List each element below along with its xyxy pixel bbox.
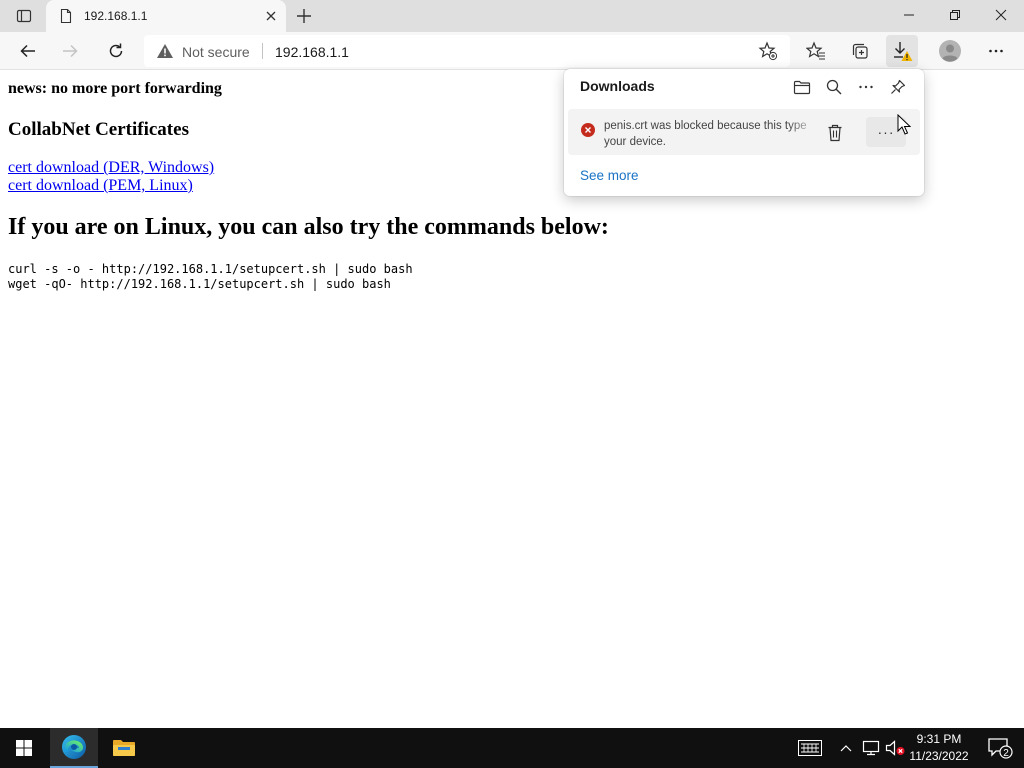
- collections-button[interactable]: [844, 35, 876, 67]
- download-blocked-message: penis.crt was blocked because this type …: [604, 118, 814, 150]
- input-indicator[interactable]: [794, 728, 826, 768]
- collections-icon: [852, 43, 868, 59]
- favorites-button[interactable]: [800, 35, 832, 67]
- pin-downloads-button[interactable]: [884, 74, 912, 100]
- notification-count: 2: [1003, 748, 1009, 759]
- page-icon: [60, 8, 72, 24]
- chevron-up-icon: [840, 745, 852, 752]
- more-horizontal-icon: [989, 49, 1003, 53]
- profile-button[interactable]: [934, 35, 966, 67]
- tab-actions-icon: [16, 9, 32, 23]
- address-bar[interactable]: Not secure 192.168.1.1: [144, 35, 790, 67]
- windows-logo-icon: [16, 740, 32, 756]
- add-favorite-button[interactable]: [756, 39, 780, 63]
- address-separator: [262, 43, 263, 59]
- refresh-button[interactable]: [100, 35, 132, 67]
- close-window-button[interactable]: [978, 0, 1024, 30]
- search-icon: [826, 79, 842, 95]
- downloads-more-options-button[interactable]: [852, 74, 880, 100]
- tab-actions-button[interactable]: [8, 4, 40, 28]
- news-text: news: no more port forwarding: [8, 80, 222, 97]
- download-message-line2: your device.: [604, 136, 667, 148]
- open-downloads-folder-button[interactable]: [788, 74, 816, 100]
- browser-toolbar: Not secure 192.168.1.1: [0, 32, 1024, 70]
- downloads-title: Downloads: [580, 78, 655, 94]
- download-message-line1: penis.crt was blocked because this type: [604, 120, 807, 132]
- cert-heading: CollabNet Certificates: [8, 119, 189, 140]
- error-icon: [581, 123, 595, 137]
- network-icon: [862, 740, 880, 756]
- download-item[interactable]: penis.crt was blocked because this type …: [568, 109, 920, 155]
- cert-download-der-link[interactable]: cert download (DER, Windows): [8, 159, 214, 177]
- favorites-icon: [806, 41, 825, 60]
- warning-icon: [157, 44, 173, 58]
- clock-time: 9:31 PM: [916, 732, 962, 746]
- more-horizontal-icon: [859, 85, 873, 89]
- show-hidden-icons-button[interactable]: [836, 728, 856, 768]
- tab-close-button[interactable]: [262, 7, 280, 25]
- forward-button[interactable]: [54, 35, 86, 67]
- new-tab-button[interactable]: [290, 4, 318, 28]
- search-downloads-button[interactable]: [820, 74, 848, 100]
- back-button[interactable]: [12, 35, 44, 67]
- network-tray-button[interactable]: [860, 728, 882, 768]
- volume-muted-icon: [885, 740, 905, 756]
- taskbar-edge-app[interactable]: [50, 728, 98, 768]
- folder-icon: [113, 740, 135, 756]
- folder-icon: [793, 80, 811, 95]
- browser-tab[interactable]: 192.168.1.1: [46, 0, 286, 32]
- text-fade: [788, 109, 818, 155]
- pin-icon: [891, 79, 906, 94]
- volume-tray-button[interactable]: [884, 728, 906, 768]
- minimize-button[interactable]: [886, 0, 932, 30]
- keyboard-icon: [798, 740, 822, 756]
- command-line-wget: wget -qO- http://192.168.1.1/setupcert.s…: [8, 277, 391, 291]
- close-icon: [266, 11, 276, 21]
- url-text[interactable]: 192.168.1.1: [275, 44, 349, 60]
- clock-date: 11/23/2022: [909, 749, 969, 763]
- plus-icon: [297, 9, 311, 23]
- avatar-icon: [939, 40, 961, 62]
- taskbar-file-explorer[interactable]: [100, 728, 148, 768]
- restore-icon: [950, 10, 960, 20]
- back-arrow-icon: [20, 44, 35, 58]
- command-block: curl -s -o - http://192.168.1.1/setupcer…: [8, 262, 413, 292]
- trash-icon: [828, 124, 842, 142]
- refresh-icon: [109, 43, 123, 58]
- downloads-panel: Downloads penis.crt was blocked because …: [564, 69, 924, 196]
- mouse-pointer-icon: [897, 114, 911, 135]
- security-status[interactable]: Not secure: [182, 44, 250, 60]
- settings-menu-button[interactable]: [980, 35, 1012, 67]
- notification-icon: 2: [988, 738, 1013, 759]
- minimize-icon: [904, 14, 914, 16]
- delete-download-button[interactable]: [822, 120, 848, 146]
- see-more-link[interactable]: See more: [580, 168, 639, 183]
- action-center-button[interactable]: 2: [980, 728, 1020, 768]
- cert-download-pem-link[interactable]: cert download (PEM, Linux): [8, 177, 193, 195]
- restore-button[interactable]: [932, 0, 978, 30]
- tab-title: 192.168.1.1: [84, 9, 148, 23]
- taskbar: 9:31 PM 11/23/2022 2: [0, 728, 1024, 768]
- start-button[interactable]: [0, 728, 48, 768]
- taskbar-clock[interactable]: 9:31 PM 11/23/2022: [904, 731, 974, 765]
- edge-browser-icon: [62, 735, 86, 759]
- linux-heading: If you are on Linux, you can also try th…: [8, 214, 609, 240]
- download-warning-icon: [894, 42, 913, 61]
- star-plus-icon: [758, 41, 778, 61]
- forward-arrow-icon: [63, 44, 78, 58]
- close-icon: [995, 9, 1007, 21]
- tab-strip: 192.168.1.1: [0, 0, 1024, 32]
- downloads-button[interactable]: [886, 35, 918, 67]
- command-line-curl: curl -s -o - http://192.168.1.1/setupcer…: [8, 262, 413, 276]
